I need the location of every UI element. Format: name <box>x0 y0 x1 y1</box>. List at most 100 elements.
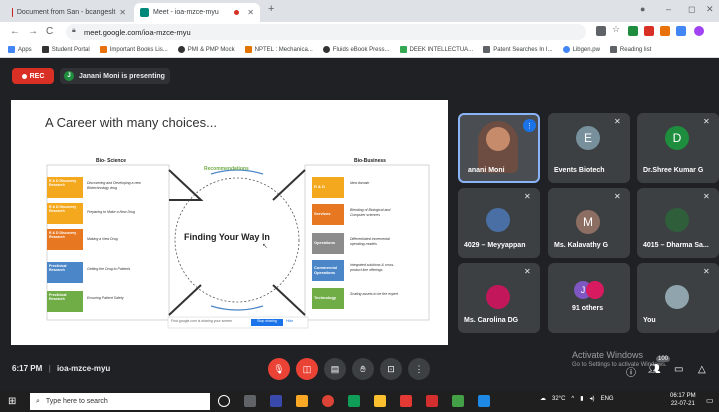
forward-icon[interactable]: → <box>28 26 38 37</box>
tab-document[interactable]: Document from San - bcangeslt ✕ <box>6 3 132 22</box>
bookmark-item[interactable]: Important Books Lis... <box>99 46 168 53</box>
bookmark-item[interactable]: Student Portal <box>41 46 90 53</box>
task-view-icon[interactable] <box>244 395 256 407</box>
participant-name: Events Biotech <box>554 167 605 174</box>
word-icon[interactable] <box>478 395 490 407</box>
maximize-icon[interactable]: ◻ <box>688 4 695 15</box>
avatar <box>665 208 689 232</box>
camera-indicator-icon[interactable] <box>596 26 606 36</box>
center-header: Recommendations <box>204 166 249 172</box>
bookmarks-bar: Apps Student Portal Important Books Lis.… <box>0 42 719 58</box>
bookmark-icon <box>483 46 491 53</box>
participant-tile[interactable]: ✕ M Ms. Kalavathy G <box>548 188 630 258</box>
right-item-label: Commercial Operations <box>312 260 344 281</box>
participant-name: Ms. Kalavathy G <box>554 242 609 249</box>
participant-tile[interactable]: ✕ E Events Biotech <box>548 113 630 183</box>
reload-icon[interactable]: C <box>46 26 53 37</box>
close-icon[interactable]: ✕ <box>119 8 126 17</box>
bookmark-item[interactable]: NPTEL : Mechanica... <box>244 46 313 53</box>
participant-name: 4015 – Dharma Sa... <box>643 242 709 249</box>
bookmark-icon <box>322 46 330 53</box>
center-title: Finding Your Way In <box>184 232 270 242</box>
right-item-label: R & D <box>312 177 344 198</box>
taskbar-app-icon[interactable] <box>374 395 386 407</box>
volume-icon[interactable]: ◂) <box>590 395 595 402</box>
gmail-icon <box>12 8 13 17</box>
bookmark-item[interactable]: DEEK INTELLECTUA... <box>399 46 473 53</box>
stop-sharing-label[interactable]: Stop sharing <box>253 319 281 323</box>
star-icon[interactable]: ☆ <box>612 24 622 34</box>
lang-text[interactable]: ENG <box>601 396 614 402</box>
mic-off-button[interactable]: 🎙︎ <box>268 358 290 380</box>
taskbar-app-icon[interactable] <box>270 395 282 407</box>
right-item-text: Differentiated incremental operating mod… <box>350 237 390 246</box>
info-icon[interactable]: ⓘ <box>626 364 636 379</box>
taskbar-search[interactable]: ⌕ Type here to search <box>30 393 210 410</box>
chat-icon[interactable]: ▭ <box>674 364 683 375</box>
window-close-icon[interactable]: ✕ <box>706 4 714 15</box>
avatar <box>665 285 689 309</box>
right-item-text: Blending of Biological and Computer scie… <box>350 208 391 217</box>
taskbar-app-icon[interactable] <box>348 395 360 407</box>
raise-hand-button[interactable]: ✋︎ <box>352 358 374 380</box>
cortana-icon[interactable] <box>218 395 230 407</box>
bookmark-item[interactable]: PMI & PMP Mock <box>177 46 235 53</box>
bookmark-item[interactable]: Fluids eBook Press... <box>322 46 390 53</box>
tab-meet[interactable]: Meet - ioa-mzce-myu ✕ <box>134 3 260 22</box>
meet-icon <box>140 8 149 17</box>
tab-search-icon[interactable]: ● <box>640 4 645 14</box>
notification-icon[interactable]: ▭ <box>706 396 714 405</box>
people-icon[interactable]: 👥︎ <box>648 364 661 375</box>
right-item-text: Scaling assets to be the expert <box>350 292 398 296</box>
pdf-icon[interactable] <box>426 395 438 407</box>
back-icon[interactable]: ← <box>10 26 20 37</box>
share-notice: Find google.com is sharing your screen <box>171 319 233 323</box>
taskbar-clock[interactable]: 06:17 PM 22-07-21 <box>670 392 696 409</box>
left-item-label: Preclinical Research <box>47 262 83 283</box>
file-explorer-icon[interactable] <box>296 395 308 407</box>
taskbar-app-icon[interactable] <box>400 395 412 407</box>
left-item-label: R & D Discovery Research <box>47 203 83 224</box>
participant-tile-others[interactable]: J 91 others <box>548 263 630 333</box>
bookmark-item[interactable]: Libgen.pw <box>562 46 600 53</box>
bookmark-apps[interactable]: Apps <box>8 46 32 53</box>
address-bar[interactable]: 🔒︎ meet.google.com/ioa-mzce-myu <box>66 24 586 40</box>
participant-tile[interactable]: ✕ D Dr.Shree Kumar G <box>637 113 719 183</box>
participant-name: Dr.Shree Kumar G <box>643 167 704 174</box>
right-chevron <box>272 169 306 201</box>
participant-tile[interactable]: ✕ 4029 – Meyyappan <box>458 188 540 258</box>
activities-icon[interactable]: △ <box>698 364 706 375</box>
extension-icon[interactable] <box>676 26 686 36</box>
more-options-button[interactable]: ⋮ <box>408 358 430 380</box>
captions-button[interactable]: ▤ <box>324 358 346 380</box>
windows-start-icon[interactable]: ⊞ <box>8 396 16 407</box>
left-item-text: Getting the Drug to Patients <box>87 267 131 271</box>
participant-tile[interactable]: ⋮ anani Moni <box>458 113 540 183</box>
profile-icon[interactable] <box>694 26 704 36</box>
present-button[interactable]: ⊡ <box>380 358 402 380</box>
left-chevron <box>168 284 202 316</box>
right-panel-header: Bio-Business <box>354 158 386 164</box>
bookmark-item[interactable]: Patent Searches In I... <box>483 46 553 53</box>
chevron-up-icon[interactable]: ^ <box>571 396 574 402</box>
hide-button[interactable]: Hide <box>286 319 293 323</box>
minimize-icon[interactable]: – <box>666 4 671 14</box>
extension-icon[interactable] <box>644 26 654 36</box>
close-icon[interactable]: ✕ <box>247 8 254 17</box>
participant-tile[interactable]: ✕ 4015 – Dharma Sa... <box>637 188 719 258</box>
taskbar-app-icon[interactable] <box>452 395 464 407</box>
camera-off-icon: ◫ <box>302 363 312 374</box>
participant-tile[interactable]: ✕ Ms. Carolina DG <box>458 263 540 333</box>
extension-icon[interactable] <box>628 26 638 36</box>
extension-icon[interactable] <box>660 26 670 36</box>
presenting-text: Janani Moni is presenting <box>79 72 165 80</box>
chrome-icon[interactable] <box>322 395 334 407</box>
network-icon[interactable]: ▮ <box>580 395 583 402</box>
camera-off-button[interactable]: ◫ <box>296 358 318 380</box>
participant-tile-self[interactable]: ✕ You <box>637 263 719 333</box>
bookmark-reading-list[interactable]: Reading list <box>609 46 651 53</box>
cursor-icon: ↖ <box>262 243 268 250</box>
participant-name: Ms. Carolina DG <box>464 317 519 324</box>
left-item-label: Preclinical Research <box>47 291 83 312</box>
new-tab-button[interactable]: + <box>268 3 274 15</box>
